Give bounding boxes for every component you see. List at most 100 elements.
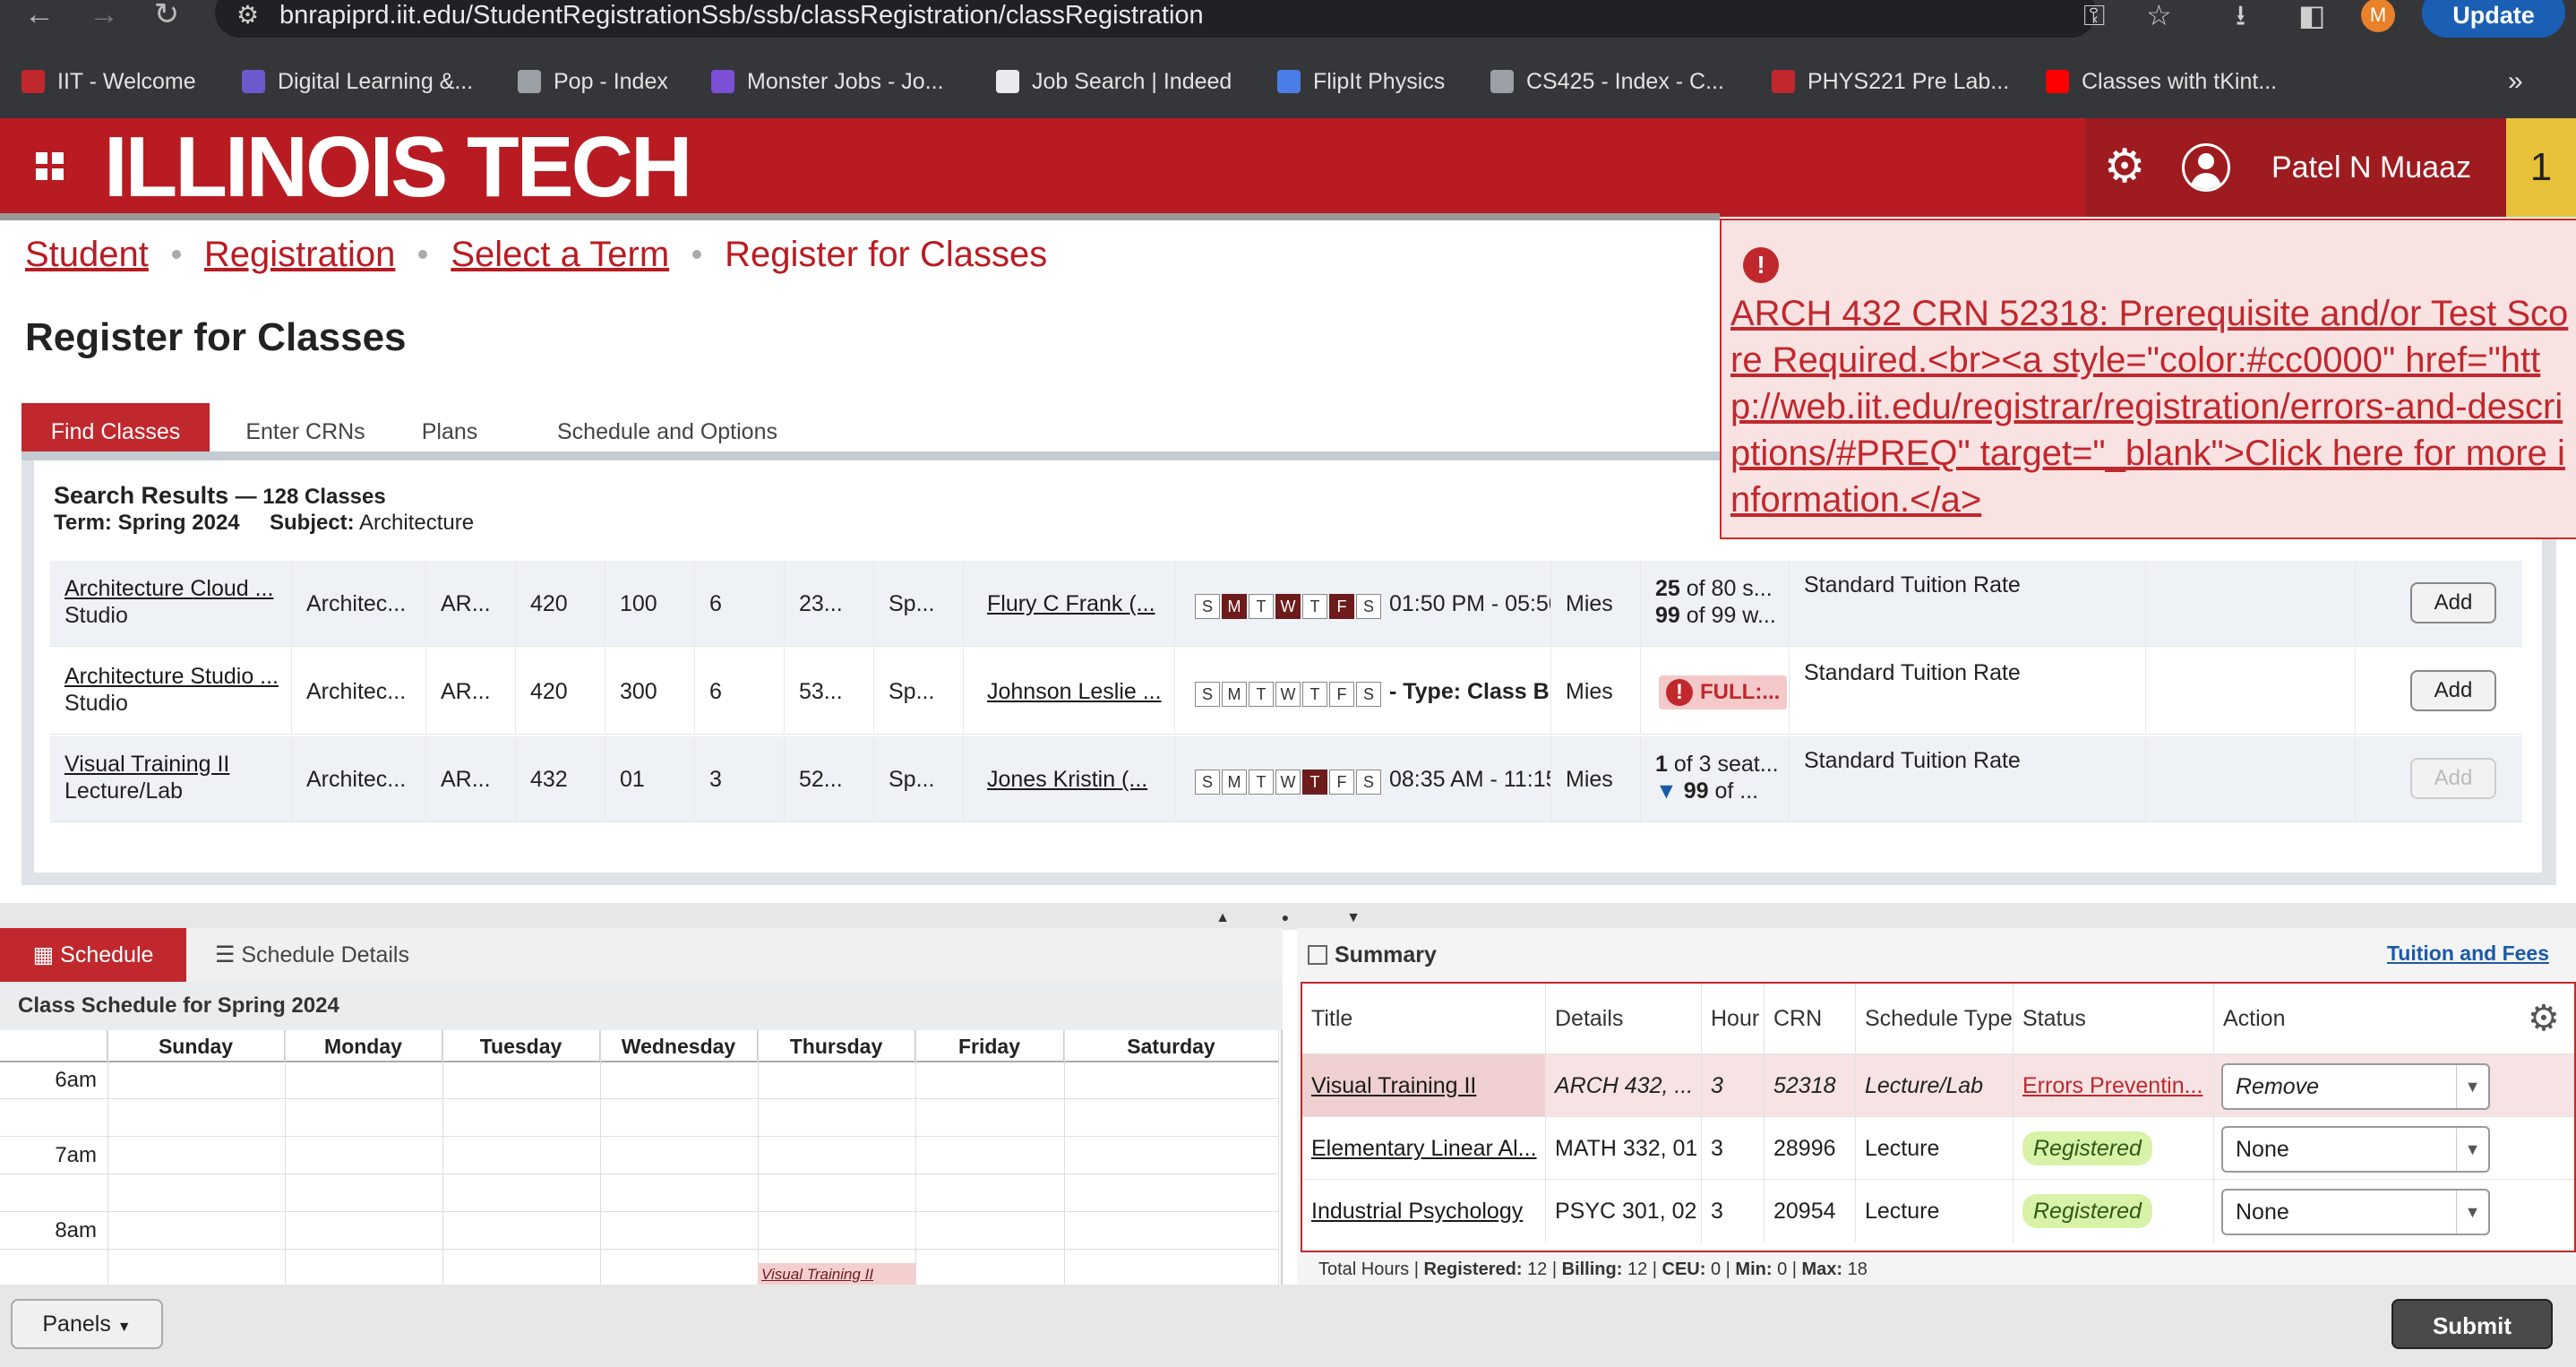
panels-button[interactable]: Panels ▼: [11, 1299, 163, 1349]
column-header[interactable]: Details: [1546, 984, 1702, 1053]
settings-gear-icon[interactable]: ⚙: [2528, 998, 2560, 1039]
day-header: Tuesday: [442, 1030, 600, 1062]
chevron-down-icon: ▼: [2456, 1065, 2488, 1108]
tab-schedule[interactable]: ▦ Schedule: [0, 928, 186, 982]
key-icon[interactable]: ⚿: [2083, 0, 2105, 30]
side-panel-icon[interactable]: ◧: [2298, 0, 2325, 30]
action-select[interactable]: None ▼: [2221, 1126, 2490, 1173]
splitter-handle-icon[interactable]: ●: [1272, 910, 1299, 928]
hour-label: 8am: [55, 1218, 97, 1242]
column-header[interactable]: Title: [1302, 984, 1546, 1053]
error-status-link[interactable]: Errors Preventin...: [2022, 1073, 2202, 1098]
footer-bar: Panels ▼ Submit: [0, 1285, 2576, 1367]
table-row[interactable]: Visual Training II ARCH 432, ... 3 52318…: [1302, 1053, 2574, 1117]
page-title: Register for Classes: [25, 315, 407, 359]
bookmark-item[interactable]: CS425 - Index - C...: [1490, 68, 1724, 95]
flipit-favicon-icon: [1277, 70, 1301, 93]
summary-course-link[interactable]: Elementary Linear Al...: [1311, 1136, 1537, 1161]
bookmark-item[interactable]: Monster Jobs - Jo...: [711, 68, 944, 95]
bookmarks-bar: IIT - Welcome Digital Learning &... Pop …: [0, 56, 2576, 106]
column-header[interactable]: CRN: [1765, 984, 1856, 1053]
column-header[interactable]: Action: [2214, 984, 2572, 1053]
schedule-panel: ▦ Schedule ☰ Schedule Details Class Sche…: [0, 928, 1283, 1286]
submit-button[interactable]: Submit: [2391, 1299, 2553, 1349]
day-header: Thursday: [758, 1030, 915, 1062]
tab-find-classes[interactable]: Find Classes: [21, 403, 210, 451]
course-title-link[interactable]: Architecture Cloud ...: [64, 576, 273, 601]
meeting-days: SMTWTFS: [1195, 737, 1383, 822]
hour-label: 6am: [55, 1068, 97, 1092]
iit-favicon-icon: [21, 70, 45, 93]
bookmark-item[interactable]: IIT - Welcome: [21, 68, 196, 95]
tab-enter-crns[interactable]: Enter CRNs: [229, 403, 382, 451]
action-select[interactable]: None ▼: [2221, 1189, 2490, 1235]
logo[interactable]: ILLINOIS TECH: [104, 118, 692, 217]
reload-icon[interactable]: ↻: [149, 0, 185, 32]
full-status-badge: ! FULL:...: [1659, 675, 1788, 710]
tab-schedule-details[interactable]: ☰ Schedule Details: [215, 928, 409, 982]
instructor-link[interactable]: Flury C Frank (...: [987, 591, 1155, 616]
bookmark-item[interactable]: Pop - Index: [518, 68, 668, 95]
tuition-fees-link[interactable]: Tuition and Fees: [2387, 928, 2549, 978]
app-grid-icon[interactable]: [36, 152, 66, 183]
course-title-link[interactable]: Visual Training II: [64, 752, 229, 777]
profile-avatar[interactable]: M: [2361, 0, 2395, 32]
expand-down-icon[interactable]: ▼: [1340, 910, 1367, 928]
course-title-link[interactable]: Architecture Studio ...: [64, 664, 279, 689]
breadcrumb-student[interactable]: Student: [25, 235, 149, 274]
star-icon[interactable]: ☆: [2146, 0, 2172, 30]
add-button[interactable]: Add: [2410, 758, 2496, 799]
error-notification[interactable]: ! ARCH 432 CRN 52318: Prerequisite and/o…: [1720, 219, 2576, 539]
breadcrumb-registration[interactable]: Registration: [204, 235, 395, 274]
bookmark-item[interactable]: Digital Learning &...: [242, 68, 473, 95]
error-message[interactable]: ARCH 432 CRN 52318: Prerequisite and/or …: [1730, 290, 2572, 523]
action-select[interactable]: Remove ▼: [2221, 1063, 2490, 1110]
site-settings-icon[interactable]: ⚙: [236, 0, 259, 30]
column-header[interactable]: Hour: [1702, 984, 1765, 1053]
list-icon: ☰: [215, 942, 236, 967]
calendar-event[interactable]: Visual Training II: [758, 1263, 915, 1286]
summary-course-link[interactable]: Visual Training II: [1311, 1073, 1476, 1098]
table-row[interactable]: Architecture Studio ... Studio Architec..…: [50, 649, 2522, 735]
instructor-link[interactable]: Johnson Leslie ...: [987, 679, 1162, 704]
user-icon[interactable]: [2182, 143, 2230, 192]
day-header: Saturday: [1064, 1030, 1279, 1062]
table-row[interactable]: [50, 824, 2522, 851]
user-name[interactable]: Patel N Muaaz: [2271, 118, 2471, 217]
bookmark-item[interactable]: FlipIt Physics: [1277, 68, 1445, 95]
add-button[interactable]: Add: [2410, 582, 2496, 623]
more-bookmarks-icon[interactable]: »: [2508, 68, 2523, 95]
bookmark-item[interactable]: PHYS221 Pre Lab...: [1772, 68, 2009, 95]
summary-course-link[interactable]: Industrial Psychology: [1311, 1199, 1523, 1224]
table-row[interactable]: Visual Training II Lecture/Lab Architec..…: [50, 736, 2522, 822]
bookmark-item[interactable]: Job Search | Indeed: [996, 68, 1232, 95]
url-text[interactable]: bnrapiprd.iit.edu/StudentRegistrationSsb…: [279, 0, 1204, 30]
notification-badge[interactable]: 1: [2506, 118, 2576, 217]
update-button[interactable]: Update: [2422, 0, 2565, 38]
day-header: Wednesday: [600, 1030, 758, 1062]
status-badge: Registered: [2022, 1194, 2152, 1228]
summary-icon: [1308, 945, 1327, 965]
meeting-days: SMTWTFS: [1195, 649, 1383, 735]
back-arrow-icon[interactable]: ←: [21, 0, 57, 32]
collapse-up-icon[interactable]: ▲: [1209, 910, 1236, 928]
breadcrumb: Student Registration Select a Term Register…: [25, 235, 1047, 275]
panel-splitter[interactable]: ▲ ● ▼: [0, 903, 2576, 930]
download-icon[interactable]: ⭳: [2236, 0, 2245, 30]
chevron-down-icon: ▼: [2456, 1191, 2488, 1234]
tab-plans[interactable]: Plans: [403, 403, 496, 451]
meeting-days: SMTWTFS: [1195, 562, 1383, 647]
instructor-link[interactable]: Jones Kristin (...: [987, 767, 1147, 792]
column-header[interactable]: Schedule Type: [1856, 984, 2014, 1053]
bookmark-item[interactable]: Classes with tKint...: [2046, 68, 2277, 95]
tab-schedule-options[interactable]: Schedule and Options: [519, 403, 815, 451]
add-button[interactable]: Add: [2410, 670, 2496, 711]
forward-arrow-icon[interactable]: →: [86, 0, 122, 32]
table-row[interactable]: Elementary Linear Al... MATH 332, 01 3 2…: [1302, 1116, 2574, 1180]
indeed-favicon-icon: [996, 70, 1019, 93]
table-row[interactable]: Industrial Psychology PSYC 301, 02 3 209…: [1302, 1179, 2574, 1252]
gear-icon[interactable]: ⚙: [2098, 140, 2151, 193]
column-header[interactable]: Status: [2014, 984, 2214, 1053]
table-row[interactable]: Architecture Cloud ... Studio Architec...…: [50, 561, 2522, 647]
breadcrumb-select-term[interactable]: Select a Term: [451, 235, 669, 274]
